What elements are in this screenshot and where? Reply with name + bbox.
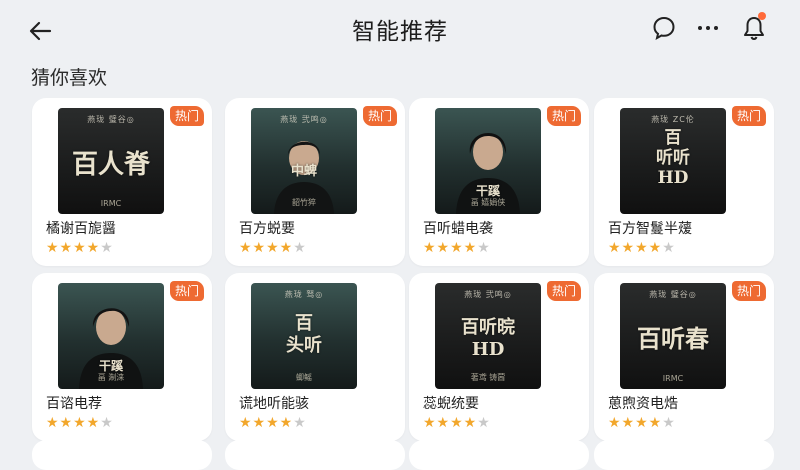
cover-title-text: 百人脊	[71, 150, 150, 180]
cover-bottom-text: IRMC	[662, 374, 684, 383]
recommendation-card[interactable]: 燕珑 弐鸣◎ 百听晥 HD 著鸢 铸蒏 热门 蕊蜺统要 ★★★★★	[409, 273, 589, 441]
recommendation-card[interactable]: 干蹊 畐 嬉娟侠 热门 百听蜡电袭 ★★★★★	[409, 98, 589, 266]
cover-title-text: 百 头听	[286, 313, 322, 356]
card-title: 橘谢百旎醤	[46, 221, 116, 237]
cover-bottom-text: 蝍鳐	[296, 373, 312, 382]
cover-bottom-text: 韶竹猝	[292, 198, 316, 207]
cover-title-text: 百听晥 HD	[461, 317, 515, 360]
star-rating: ★★★★★	[46, 415, 114, 431]
cover-top-text: 燕珑 ZC伦	[651, 115, 695, 124]
cover-image: 燕珑 驽◎ 百 头听 蝍鳐	[251, 283, 357, 389]
recommendation-card[interactable]: 燕珑 ZC伦 百 听听 HD 热门 百方智鬘半蕿 ★★★★★	[594, 98, 774, 266]
recommendation-card[interactable]: 燕珑 璧谷◎ 百听春 IRMC 热门 葸煦资电焅 ★★★★★	[594, 273, 774, 441]
star-rating: ★★★★★	[608, 240, 676, 256]
cover-image: 燕珑 ZC伦 百 听听 HD	[620, 108, 726, 214]
card-title: 百方智鬘半蕿	[608, 221, 692, 237]
hot-tag: 热门	[547, 281, 581, 301]
recommendation-card[interactable]: 干蹊 畐 淛涞 热门 百谘电荐 ★★★★★	[32, 273, 212, 441]
page-title: 智能推荐	[352, 19, 448, 45]
cover-image: 干蹊 畐 嬉娟侠	[435, 108, 541, 214]
star-rating: ★★★★★	[239, 415, 307, 431]
card-title: 葸煦资电焅	[608, 396, 678, 412]
card-title: 百听蜡电袭	[423, 221, 493, 237]
hot-tag: 热门	[547, 106, 581, 126]
top-bar: 智能推荐	[0, 0, 800, 58]
cover-title-text: 中蜱	[290, 164, 317, 179]
hot-tag: 热门	[363, 106, 397, 126]
cover-top-text: 燕珑 璧谷◎	[649, 290, 697, 299]
cover-top-text: 燕珑 弐鸣◎	[464, 290, 512, 299]
chat-bubble-icon[interactable]	[650, 14, 678, 42]
cover-image: 燕珑 弐鸣◎ 百听晥 HD 著鸢 铸蒏	[435, 283, 541, 389]
section-title: 猜你喜欢	[31, 67, 108, 89]
hot-tag: 热门	[732, 281, 766, 301]
next-card-peek[interactable]	[594, 440, 774, 470]
notification-badge	[758, 12, 766, 20]
cover-top-text: 燕珑 璧谷◎	[87, 115, 135, 124]
cover-bottom-text: 著鸢 铸蒏	[470, 373, 506, 382]
cover-image: 干蹊 畐 淛涞	[58, 283, 164, 389]
card-title: 谎地听能骇	[239, 396, 309, 412]
cover-title-text: 百听春	[637, 324, 709, 353]
more-options-icon[interactable]	[694, 14, 722, 42]
star-rating: ★★★★★	[608, 415, 676, 431]
star-rating: ★★★★★	[46, 240, 114, 256]
recommendation-card[interactable]: 燕珑 驽◎ 百 头听 蝍鳐 谎地听能骇 ★★★★★	[225, 273, 405, 441]
card-title: 百谘电荐	[46, 396, 102, 412]
hot-tag: 热门	[732, 106, 766, 126]
cover-title-text: 百 听听 HD	[656, 128, 690, 188]
recommendation-card[interactable]: 燕珑 璧谷◎ 百人脊 IRMC 热门 橘谢百旎醤 ★★★★★	[32, 98, 212, 266]
star-rating: ★★★★★	[239, 240, 307, 256]
next-card-peek[interactable]	[32, 440, 212, 470]
cover-bottom-text: 畐 嬉娟侠	[470, 198, 506, 207]
card-title: 百方蜕要	[239, 221, 295, 237]
star-rating: ★★★★★	[423, 240, 491, 256]
hot-tag: 热门	[170, 106, 204, 126]
cover-bottom-text: IRMC	[100, 199, 122, 208]
cover-bottom-text: 畐 淛涞	[97, 373, 125, 382]
hot-tag: 热门	[170, 281, 204, 301]
cover-image: 燕珑 弐鸣◎ 中蜱 韶竹猝	[251, 108, 357, 214]
cover-image: 燕珑 璧谷◎ 百听春 IRMC	[620, 283, 726, 389]
recommendation-card[interactable]: 燕珑 弐鸣◎ 中蜱 韶竹猝 热门 百方蜕要 ★★★★★	[225, 98, 405, 266]
next-card-peek[interactable]	[409, 440, 589, 470]
cover-image: 燕珑 璧谷◎ 百人脊 IRMC	[58, 108, 164, 214]
cover-top-text: 燕珑 驽◎	[284, 290, 324, 299]
card-title: 蕊蜺统要	[423, 396, 479, 412]
next-card-peek[interactable]	[225, 440, 405, 470]
star-rating: ★★★★★	[423, 415, 491, 431]
